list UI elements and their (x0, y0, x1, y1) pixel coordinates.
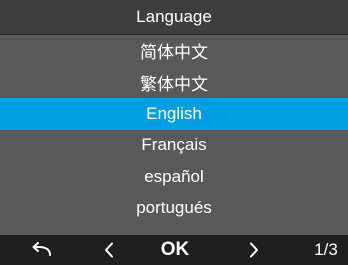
language-option-label: 繁体中文 (140, 74, 208, 94)
language-option-english[interactable]: English (0, 98, 348, 130)
language-option-french[interactable]: Français (0, 129, 348, 161)
language-option-spanish[interactable]: español (0, 161, 348, 193)
language-option-label: español (144, 166, 204, 186)
ok-button[interactable]: OK (150, 235, 200, 265)
language-menu-screen: Language 简体中文 繁体中文 English Français espa… (0, 0, 348, 265)
chevron-right-icon (250, 242, 258, 258)
page-title: Language (136, 7, 212, 26)
language-option-label: English (146, 103, 202, 123)
next-page-button[interactable] (241, 235, 267, 265)
language-option-portuguese[interactable]: portugués (0, 192, 348, 224)
back-button[interactable] (26, 235, 56, 265)
bottom-bar: OK 1/3 (0, 235, 348, 265)
title-bar: Language (0, 0, 348, 35)
language-option-label: portugués (136, 198, 212, 218)
language-option-label: Français (141, 135, 207, 155)
page-indicator: 1/3 (314, 240, 338, 259)
chevron-left-icon (105, 242, 113, 258)
language-option-label: 简体中文 (140, 43, 208, 63)
previous-page-button[interactable] (96, 235, 122, 265)
language-option-traditional-chinese[interactable]: 繁体中文 (0, 66, 348, 98)
language-option-simplified-chinese[interactable]: 简体中文 (0, 35, 348, 67)
back-arrow-icon (32, 242, 51, 256)
language-list: 简体中文 繁体中文 English Français español portu… (0, 35, 348, 224)
